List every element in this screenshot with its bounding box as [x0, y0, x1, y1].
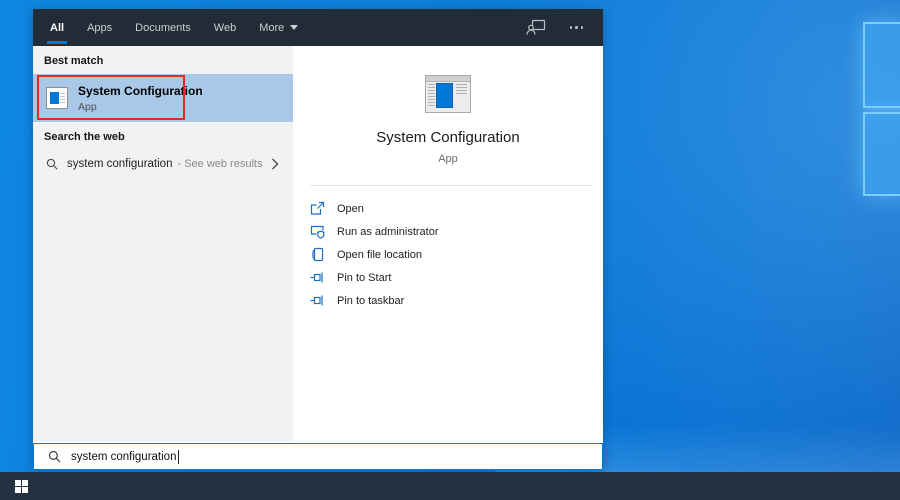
tab-documents[interactable]: Documents: [135, 9, 191, 46]
desktop: All Apps Documents Web More Best match S…: [0, 0, 900, 500]
windows-logo-icon: [14, 479, 28, 493]
search-icon: [48, 450, 61, 463]
action-open-label: Open: [337, 202, 364, 215]
tab-web[interactable]: Web: [214, 9, 236, 46]
search-tabs-bar: All Apps Documents Web More: [33, 9, 603, 46]
web-search-suggestion[interactable]: system configuration - See web results: [33, 150, 293, 178]
action-list: Open Run as administrator Open file loca…: [293, 197, 603, 312]
best-match-header: Best match: [44, 55, 104, 67]
open-icon: [310, 201, 326, 216]
file-location-icon: [310, 247, 326, 262]
web-suggestion-query: system configuration: [67, 158, 173, 170]
text-cursor: [178, 449, 180, 464]
taskbar: [0, 472, 900, 500]
tab-apps[interactable]: Apps: [87, 9, 112, 46]
action-pin-to-taskbar[interactable]: Pin to taskbar: [293, 289, 603, 312]
action-pin-to-taskbar-label: Pin to taskbar: [337, 294, 405, 307]
topbar-icons: [525, 19, 583, 36]
results-list-panel: Best match System Configuration App Sear…: [33, 46, 293, 441]
best-match-title: System Configuration: [78, 83, 203, 98]
action-run-as-administrator[interactable]: Run as administrator: [293, 220, 603, 243]
search-input[interactable]: system configuration: [33, 443, 603, 470]
search-results: Best match System Configuration App Sear…: [33, 46, 603, 441]
action-open[interactable]: Open: [293, 197, 603, 220]
preview-panel: System Configuration App Open Run as adm…: [293, 46, 603, 441]
action-pin-to-start-label: Pin to Start: [337, 271, 392, 284]
ellipsis-icon[interactable]: [569, 26, 583, 29]
preview-app-title: System Configuration: [376, 129, 520, 146]
tab-web-label: Web: [213, 21, 237, 34]
pin-icon: [310, 270, 326, 285]
search-tabs: All Apps Documents Web More: [46, 9, 299, 46]
preview-app-subtitle: App: [438, 153, 458, 165]
pin-icon: [310, 293, 326, 308]
tab-all[interactable]: All: [46, 9, 68, 46]
action-pin-to-start[interactable]: Pin to Start: [293, 266, 603, 289]
icon-blue-pane: [436, 83, 453, 108]
tab-more[interactable]: More: [259, 9, 299, 46]
search-icon: [46, 158, 58, 170]
tab-all-label: All: [50, 21, 65, 34]
chevron-down-icon: [290, 25, 299, 30]
account-icon[interactable]: [525, 19, 546, 36]
chevron-right-icon[interactable]: [271, 158, 279, 170]
best-match-result[interactable]: System Configuration App: [33, 74, 293, 122]
action-open-file-location[interactable]: Open file location: [293, 243, 603, 266]
icon-list-lines: [456, 84, 467, 95]
divider: [310, 185, 592, 186]
admin-shield-icon: [310, 224, 326, 239]
web-suggestion-suffix: - See web results: [177, 158, 263, 170]
action-open-file-location-label: Open file location: [337, 248, 422, 261]
search-input-value: system configuration: [71, 450, 177, 463]
start-button[interactable]: [0, 472, 42, 500]
best-match-text: System Configuration App: [78, 84, 203, 113]
tab-documents-label: Documents: [135, 21, 191, 34]
system-configuration-app-icon-large: [425, 75, 471, 113]
wallpaper-windows-logo-pane-top: [863, 22, 900, 108]
wallpaper-windows-logo-pane-bottom: [863, 112, 900, 196]
best-match-subtitle: App: [78, 100, 97, 113]
tab-more-label: More: [259, 21, 285, 34]
search-flyout: All Apps Documents Web More Best match S…: [33, 9, 603, 470]
system-configuration-app-icon: [46, 87, 68, 109]
icon-list-lines: [428, 84, 435, 108]
tab-apps-label: Apps: [87, 21, 113, 34]
action-run-as-administrator-label: Run as administrator: [337, 225, 439, 238]
search-web-header: Search the web: [44, 131, 125, 143]
